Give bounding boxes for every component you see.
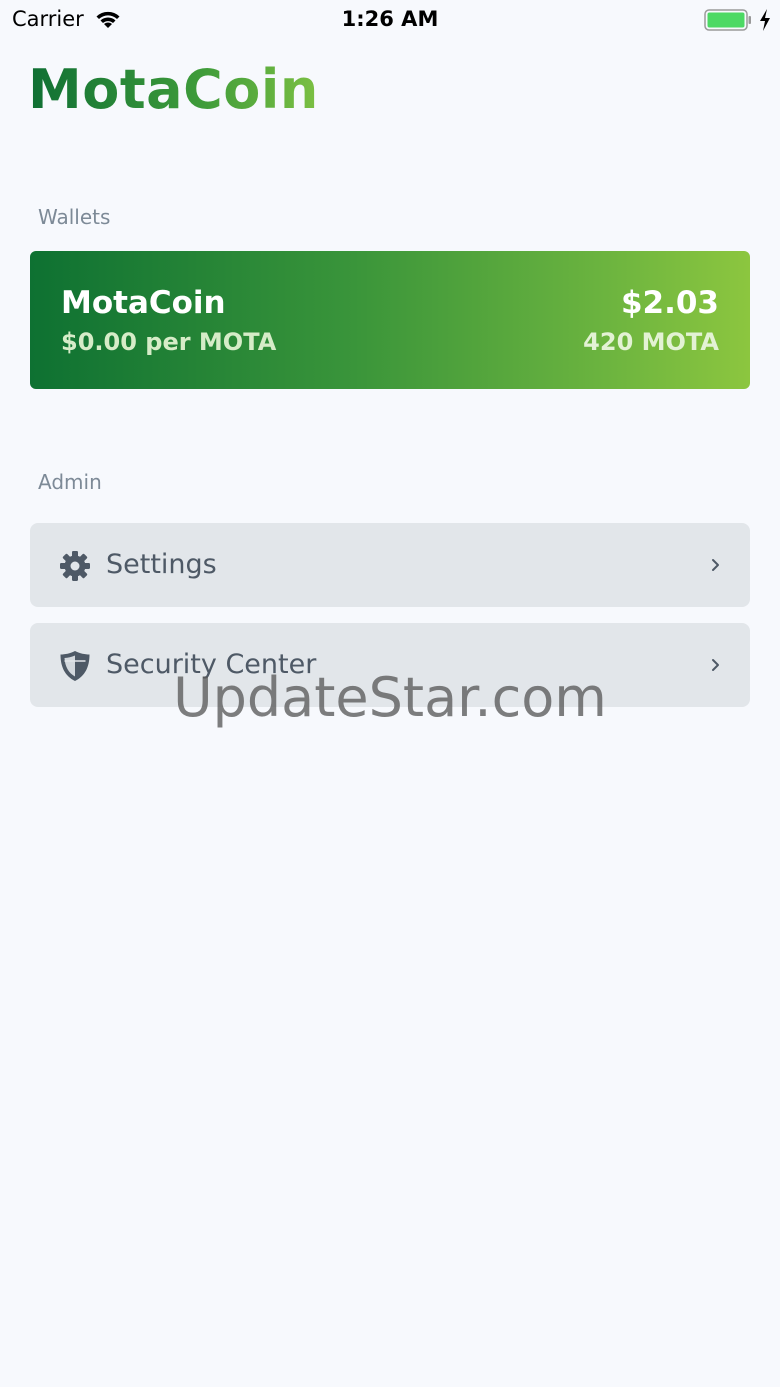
battery-icon	[704, 9, 751, 31]
wallet-card-motacoin[interactable]: MotaCoin $0.00 per MOTA $2.03 420 MOTA	[30, 251, 750, 389]
security-center-label: Security Center	[106, 649, 317, 680]
status-time: 1:26 AM	[341, 7, 439, 31]
status-bar: Carrier 1:26 AM	[0, 0, 780, 40]
wallets-section-label: Wallets	[38, 205, 111, 229]
charging-bolt-icon	[760, 9, 770, 31]
settings-row[interactable]: Settings	[30, 523, 750, 607]
security-center-row[interactable]: Security Center	[30, 623, 750, 707]
app-logo: MotaCoin	[28, 58, 319, 121]
chevron-right-icon	[712, 559, 719, 571]
settings-label: Settings	[106, 549, 217, 580]
shield-icon	[60, 651, 90, 681]
wallet-coin-balance: 420 MOTA	[583, 328, 719, 356]
gear-icon	[60, 551, 90, 581]
chevron-right-icon	[712, 659, 719, 671]
wallet-fiat-balance: $2.03	[620, 285, 719, 321]
wallet-name: MotaCoin	[61, 285, 226, 321]
wallet-rate: $0.00 per MOTA	[61, 328, 277, 356]
admin-section-label: Admin	[38, 470, 102, 494]
